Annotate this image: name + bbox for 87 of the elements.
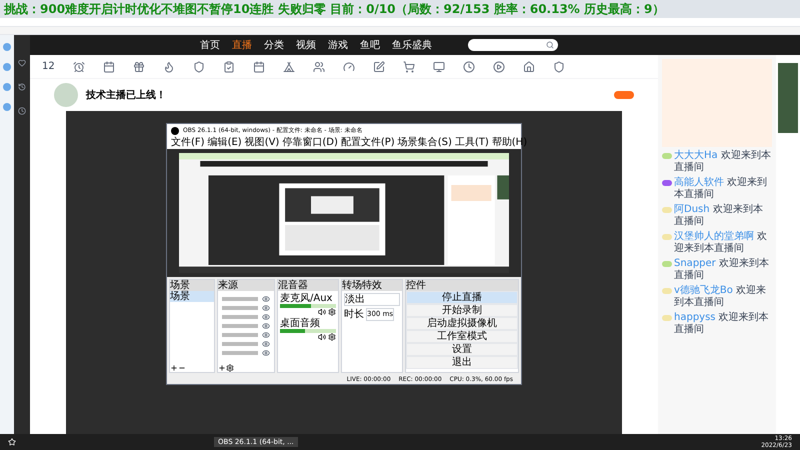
eye-icon[interactable] (262, 331, 270, 339)
cart-icon[interactable] (402, 60, 415, 72)
source-row-drawing (222, 315, 258, 319)
clipboard-icon[interactable] (222, 60, 235, 72)
control-button[interactable]: 设置 (406, 343, 518, 356)
control-button[interactable]: 工作室模式 (406, 330, 518, 343)
source-row-drawing (222, 351, 258, 355)
source-row-drawing (222, 297, 258, 301)
nav-link[interactable]: 鱼乐盛典 (392, 38, 432, 52)
stream-title: 技术主播已上线！ (86, 88, 166, 102)
avatar (54, 83, 78, 107)
menu-item[interactable]: 工具(T) (454, 137, 489, 149)
chat-message: Snapper 欢迎来到本直播间 (674, 258, 770, 282)
flame-icon[interactable] (162, 60, 175, 72)
monitor-icon[interactable] (432, 60, 445, 72)
users-icon[interactable] (312, 60, 325, 72)
settings-icon[interactable] (226, 364, 234, 372)
source-row-drawing (222, 324, 258, 328)
home-icon[interactable] (522, 60, 535, 72)
follow-button[interactable] (614, 91, 634, 99)
chat-message: 阿Dush 欢迎来到本直播间 (674, 204, 764, 228)
clock-icon[interactable] (462, 60, 475, 72)
add-icon[interactable] (170, 364, 178, 372)
chat-message: 高能人软件 欢迎来到本直播间 (674, 177, 768, 201)
control-button[interactable]: 退出 (406, 356, 518, 369)
shield-icon[interactable] (552, 60, 565, 72)
menu-item[interactable]: 场景集合(S) (398, 137, 452, 149)
add-icon[interactable] (218, 364, 226, 372)
eye-icon[interactable] (262, 313, 270, 321)
eye-icon[interactable] (262, 349, 270, 357)
nav-link[interactable]: 分类 (264, 38, 284, 52)
duration-label: 时长 (344, 309, 364, 320)
calendar-icon[interactable] (102, 60, 115, 72)
source-row-drawing (222, 306, 258, 310)
dock-title: 来源 (218, 280, 274, 291)
stream-overlay-text: 挑战：900难度开启计时优化不堆图不暂停10连胜 失败归零 目前：0/10（局数：92/153 胜率：60.13% 历史最高：9） (4, 1, 664, 18)
chat-message: 大大大Ha 欢迎来到本直播间 (674, 150, 772, 174)
control-button[interactable]: 启动虚拟摄像机 (406, 317, 518, 330)
channel-name: 麦克风/Aux (280, 293, 334, 304)
source-row-drawing (222, 333, 258, 337)
nav-link[interactable]: 视频 (296, 38, 316, 52)
menu-item[interactable]: 停靠窗口(D) (282, 137, 338, 149)
speaker-icon[interactable] (318, 333, 326, 341)
control-button[interactable]: 停止直播 (406, 291, 518, 304)
search-icon[interactable] (546, 41, 554, 49)
nav-link[interactable]: 鱼吧 (360, 38, 380, 52)
search-field[interactable] (468, 39, 558, 51)
eye-icon[interactable] (262, 295, 270, 303)
history-icon[interactable] (18, 83, 26, 91)
speaker-icon[interactable] (318, 308, 326, 316)
dock-title: 混音器 (278, 280, 338, 291)
tent-icon[interactable] (282, 60, 295, 72)
dock-title: 控件 (406, 280, 518, 291)
play-icon[interactable] (492, 60, 505, 72)
clock-icon[interactable] (18, 107, 26, 115)
menu-item[interactable]: 文件(F) (171, 137, 205, 149)
calendar-icon[interactable] (252, 60, 265, 72)
chat-message: happyss 欢迎来到本直播间 (674, 312, 770, 336)
eye-icon[interactable] (262, 322, 270, 330)
gauge-icon[interactable] (342, 60, 355, 72)
dock-title: 转场特效 (342, 280, 402, 291)
follow-count: 12 (42, 60, 55, 74)
menu-item[interactable]: 配置文件(P) (340, 137, 395, 149)
pen-icon[interactable] (372, 60, 385, 72)
menu-item[interactable]: 视图(V) (244, 137, 280, 149)
dock-title: 场景 (170, 280, 214, 291)
settings-icon[interactable] (328, 308, 336, 316)
menu-item[interactable]: 编辑(E) (208, 137, 242, 149)
nav-link[interactable]: 游戏 (328, 38, 348, 52)
control-button[interactable]: 开始录制 (406, 304, 518, 317)
channel-name: 桌面音频 (280, 318, 321, 329)
star-icon[interactable] (8, 438, 16, 446)
eye-icon[interactable] (262, 340, 270, 348)
scene-item[interactable]: 场景 (170, 291, 214, 302)
nav-link[interactable]: 直播 (232, 38, 252, 52)
transition-select[interactable]: 淡出 (344, 293, 400, 306)
obs-logo-icon (171, 126, 179, 134)
nav-link[interactable]: 首页 (200, 38, 220, 52)
chat-message: 汉堡帅人的堂弟啊 欢迎来到本直播间 (674, 231, 768, 255)
gift-icon[interactable] (132, 60, 145, 72)
alarm-icon[interactable] (72, 60, 85, 72)
eye-icon[interactable] (262, 304, 270, 312)
settings-icon[interactable] (328, 333, 336, 341)
source-row-drawing (222, 342, 258, 346)
shield-icon[interactable] (192, 60, 205, 72)
heart-icon[interactable] (18, 59, 26, 67)
chat-message: v德驰飞龙Bo 欢迎来到本直播间 (674, 285, 768, 309)
